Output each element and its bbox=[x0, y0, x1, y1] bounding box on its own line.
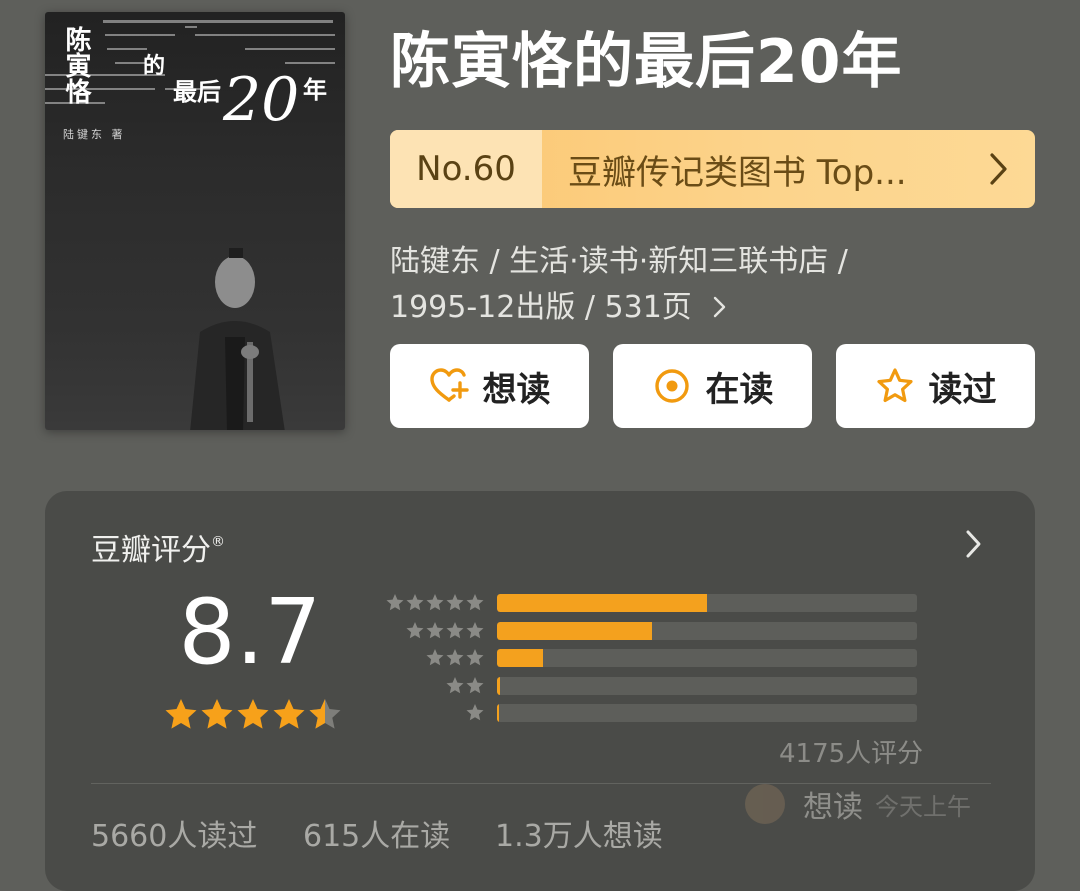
rating-heading-text: 豆瓣评分 bbox=[91, 533, 211, 568]
want-to-read-label: 想读 bbox=[482, 369, 551, 410]
rating-dist-track bbox=[497, 704, 917, 722]
rating-dist-track bbox=[497, 649, 917, 667]
ranking-number: No.60 bbox=[390, 130, 542, 208]
book-meta-edition[interactable]: 1995-12出版 / 531页 bbox=[390, 282, 727, 326]
small-stars-icon bbox=[406, 621, 484, 638]
reading-label: 在读 bbox=[705, 369, 774, 410]
rating-heading[interactable]: 豆瓣评分® bbox=[91, 525, 225, 569]
rating-card: 豆瓣评分® 8.7 4175人评分 5660人读过 615人在读 1.3万人想读… bbox=[45, 491, 1035, 891]
book-title: 陈寅恪的最后20年 bbox=[390, 27, 903, 97]
stat-reading-count[interactable]: 615人在读 bbox=[303, 811, 450, 855]
star-icon bbox=[273, 699, 305, 729]
rating-dist-fill bbox=[497, 704, 499, 722]
rating-dist-track bbox=[497, 621, 917, 640]
cover-title: 陈寅恪 bbox=[61, 26, 91, 104]
rating-dist-fill bbox=[497, 594, 707, 612]
cover-title-de: 的 bbox=[143, 53, 166, 79]
small-stars-icon bbox=[466, 704, 484, 721]
ranking-label: 豆瓣传记类图书 Top... bbox=[568, 152, 907, 193]
rating-dist-row-4 bbox=[375, 621, 935, 641]
cover-title-nian: 年 bbox=[303, 75, 327, 104]
reading-button[interactable]: 在读 bbox=[613, 344, 812, 428]
small-stars-icon bbox=[446, 676, 484, 693]
avatar bbox=[745, 784, 785, 824]
rating-dist-row-3 bbox=[375, 648, 935, 668]
chevron-right-icon[interactable] bbox=[965, 529, 983, 559]
chevron-right-icon bbox=[714, 296, 726, 318]
stat-read-count[interactable]: 5660人读过 bbox=[91, 811, 257, 855]
ranking-banner[interactable]: No.60 豆瓣传记类图书 Top... bbox=[390, 130, 1035, 208]
want-to-read-button[interactable]: 想读 bbox=[390, 344, 589, 428]
rating-score: 8.7 bbox=[178, 580, 322, 685]
rating-dist-fill bbox=[497, 621, 652, 640]
book-cover[interactable]: 陈寅恪 的 最后 20 年 陆键东 著 bbox=[45, 12, 345, 430]
cover-title-zuihou: 最后 bbox=[173, 77, 221, 106]
rating-dist-track bbox=[497, 594, 917, 612]
cover-title-20: 20 bbox=[223, 65, 300, 135]
rating-dist-row-5 bbox=[375, 593, 935, 613]
activity-toast: 想读 今天上午 bbox=[745, 784, 971, 825]
star-icon bbox=[201, 699, 233, 729]
have-read-label: 读过 bbox=[928, 369, 997, 410]
rating-count: 4175人评分 bbox=[779, 739, 924, 769]
stat-want-count[interactable]: 1.3万人想读 bbox=[495, 811, 663, 855]
target-circle-icon bbox=[654, 369, 689, 403]
have-read-button[interactable]: 读过 bbox=[836, 344, 1035, 428]
chevron-right-icon bbox=[990, 153, 1007, 185]
small-stars-icon bbox=[386, 594, 484, 611]
star-icon bbox=[165, 699, 197, 729]
half-star-icon bbox=[309, 699, 341, 729]
rating-dist-fill bbox=[497, 649, 543, 667]
registered-mark: ® bbox=[211, 534, 225, 550]
rating-dist-track bbox=[497, 676, 917, 695]
heart-plus-icon bbox=[429, 368, 469, 402]
cover-author: 陆键东 著 bbox=[63, 128, 126, 141]
book-meta-publisher[interactable]: 陆键东 / 生活·读书·新知三联书店 / bbox=[390, 236, 848, 280]
star-icon bbox=[237, 699, 269, 729]
rating-dist-row-1 bbox=[375, 703, 935, 723]
rating-dist-fill bbox=[497, 676, 500, 695]
cover-portrait-image bbox=[190, 248, 285, 430]
book-meta-edition-text: 1995-12出版 / 531页 bbox=[390, 290, 692, 325]
rating-stars bbox=[165, 699, 341, 729]
toast-time: 今天上午 bbox=[875, 792, 971, 821]
toast-label: 想读 bbox=[803, 790, 863, 825]
star-outline-icon bbox=[876, 368, 913, 403]
rating-dist-row-2 bbox=[375, 676, 935, 696]
small-stars-icon bbox=[426, 649, 484, 666]
